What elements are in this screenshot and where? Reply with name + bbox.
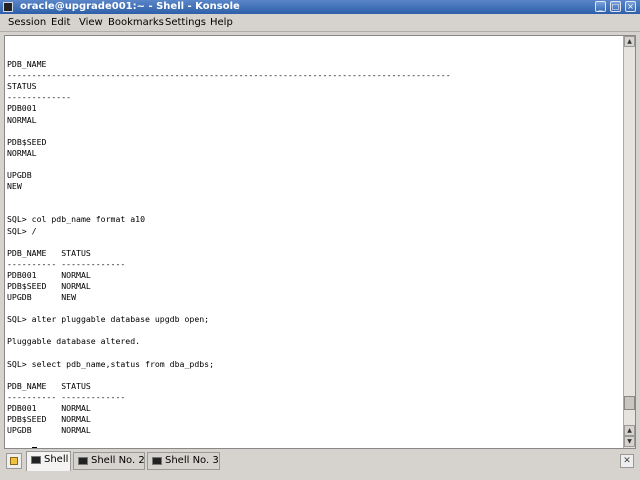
terminal-icon [31,456,41,464]
window-title: oracle@upgrade001:~ - Shell - Konsole [20,1,240,12]
terminal-line: SQL> col pdb_name format a10 [7,214,146,225]
terminal-line: PDB$SEED NORMAL [7,414,91,425]
terminal-line: PDB$SEED [7,136,47,147]
scrollbar-thumb[interactable] [624,396,635,411]
terminal-icon [152,457,162,465]
terminal-icon [78,457,88,465]
konsole-app-icon[interactable] [3,2,13,12]
tab-shell-no-2[interactable]: Shell No. 2 [73,452,145,470]
terminal-line: NEW [7,181,22,192]
scroll-up-icon[interactable]: ▲ [624,36,635,47]
scroll-down-icon[interactable]: ▼ [624,436,635,447]
terminal-line: PDB_NAME STATUS [7,247,91,258]
sql-prompt: SQL> [7,447,32,448]
terminal-scrollbar[interactable]: ▲ ▲ ▼ [623,36,635,448]
terminal-line: PDB_NAME STATUS [7,380,91,391]
close-button[interactable]: × [625,1,636,12]
terminal-line: ---------- ------------- [7,258,126,269]
maximize-button[interactable]: □ [610,1,621,12]
tab-label: Shell [44,454,69,465]
close-session-button[interactable]: ✕ [620,454,634,468]
menu-edit[interactable]: Edit [51,14,70,32]
tab-label: Shell No. 2 [91,455,145,466]
new-session-button[interactable] [6,453,22,469]
terminal-line: SQL> alter pluggable database upgdb open… [7,314,210,325]
tab-label: Shell No. 3 [165,455,219,466]
text-cursor [31,447,37,448]
terminal-line: PDB001 [7,103,37,114]
terminal-frame: PDB_NAME --------------------------------… [4,35,636,449]
terminal-line: ------------- [7,92,72,103]
menu-bar: Session Edit View Bookmarks Settings Hel… [0,14,640,32]
terminal-line: NORMAL [7,147,37,158]
terminal-line: SQL> select pdb_name,status from dba_pdb… [7,358,215,369]
terminal-line: PDB001 NORMAL [7,403,91,413]
terminal-line: ---------- ------------- [7,391,126,402]
minimize-button[interactable]: _ [595,1,606,12]
menu-settings[interactable]: Settings [165,14,206,32]
terminal-line: Pluggable database altered. [7,336,141,347]
menu-bookmarks[interactable]: Bookmarks [108,14,164,32]
menu-view[interactable]: View [79,14,103,32]
terminal-line: ----------------------------------------… [7,70,451,81]
terminal-prompt-line: SQL> [7,447,621,448]
new-session-icon [10,457,18,465]
terminal-line: NORMAL [7,114,37,125]
terminal-line: PDB$SEED NORMAL [7,280,91,291]
menu-session[interactable]: Session [8,14,46,32]
terminal-output[interactable]: PDB_NAME --------------------------------… [7,48,621,448]
scroll-up-icon[interactable]: ▲ [624,425,635,436]
tab-bar: Shell Shell No. 2 Shell No. 3 ✕ [0,450,640,472]
tab-shell[interactable]: Shell [26,451,71,471]
tab-shell-no-3[interactable]: Shell No. 3 [147,452,220,470]
terminal-line: PDB001 NORMAL [7,269,91,280]
terminal-line: UPGDB [7,170,32,181]
menu-help[interactable]: Help [210,14,233,32]
terminal-line: UPGDB NEW [7,292,77,303]
terminal-line: PDB_NAME [7,59,47,70]
terminal-line: SQL> / [7,225,37,236]
terminal-line: STATUS [7,81,37,92]
terminal-line: UPGDB NORMAL [7,425,91,436]
window-titlebar[interactable]: oracle@upgrade001:~ - Shell - Konsole _ … [0,0,640,14]
